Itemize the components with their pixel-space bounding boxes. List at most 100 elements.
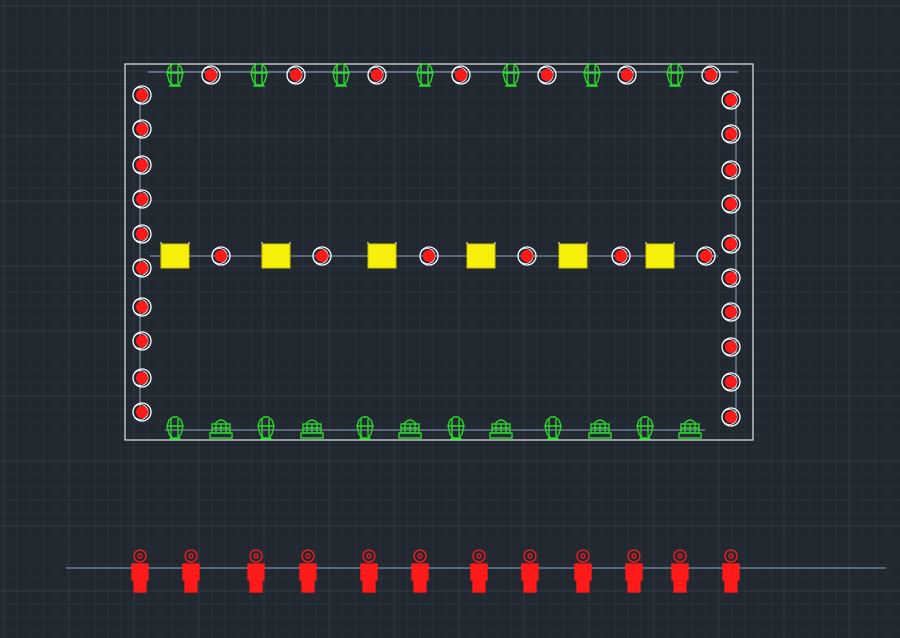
moving-head-fixture	[166, 416, 184, 440]
profile-spot-lens	[472, 579, 486, 593]
par-light-lens	[615, 250, 627, 262]
par-light-fixture	[721, 268, 741, 288]
par-light-fixture	[132, 368, 152, 388]
profile-spot-lens	[627, 579, 641, 593]
par-light-lens	[725, 341, 737, 353]
profile-spot-fixture	[182, 549, 200, 593]
moving-head-fixture	[250, 63, 268, 87]
moving-head-fixture	[447, 416, 465, 440]
blinder-body	[466, 243, 496, 269]
blinder-body	[558, 243, 588, 269]
par-light-lens	[725, 272, 737, 284]
moving-head-fixture	[356, 416, 374, 440]
profile-spot-lens	[413, 579, 427, 593]
par-light-lens	[725, 238, 737, 250]
par-light-fixture	[132, 189, 152, 209]
background-grid	[0, 0, 900, 638]
profile-spot-clamp-bolt	[580, 553, 586, 559]
par-light-lens	[423, 250, 435, 262]
moving-head-fixture	[666, 63, 684, 87]
moving-head-fixture	[332, 63, 350, 87]
par-light-lens	[205, 69, 217, 81]
profile-spot-fixture	[299, 549, 317, 593]
profile-spot-lens	[301, 579, 315, 593]
moving-head-fixture	[583, 63, 601, 87]
blinder-body	[261, 243, 291, 269]
par-light-lens	[521, 250, 533, 262]
profile-spot-clamp-bolt	[253, 553, 259, 559]
moving-head-body	[166, 63, 184, 86]
par-light-lens	[725, 164, 737, 176]
profile-spot-clamp-bolt	[527, 553, 533, 559]
par-light-fixture	[721, 124, 741, 144]
par-light-fixture	[721, 160, 741, 180]
par-light-fixture	[201, 65, 221, 85]
par-light-lens	[136, 335, 148, 347]
profile-spot-fixture	[625, 549, 643, 593]
par-light-fixture	[721, 194, 741, 214]
par-light-fixture	[721, 372, 741, 392]
par-light-fixture	[367, 65, 387, 85]
par-light-lens	[316, 250, 328, 262]
moving-head-body	[416, 63, 434, 86]
stage-frame	[66, 63, 886, 569]
par-light-fixture	[721, 407, 741, 427]
blinder-fixture	[558, 242, 588, 269]
moving-head-fixture	[416, 63, 434, 87]
moving-head-body	[250, 63, 268, 86]
wash-detail	[212, 424, 230, 433]
profile-spot-clamp-bolt	[366, 553, 372, 559]
par-light-lens	[136, 406, 148, 418]
par-light-lens	[725, 94, 737, 106]
moving-head-body	[332, 63, 350, 86]
par-light-fixture	[132, 258, 152, 278]
par-light-lens	[136, 228, 148, 240]
par-light-lens	[371, 69, 383, 81]
profile-spot-clamp-bolt	[728, 553, 734, 559]
par-light-fixture	[451, 65, 471, 85]
par-light-fixture	[132, 155, 152, 175]
par-light-lens	[136, 159, 148, 171]
blinder-body	[645, 243, 675, 269]
par-light-lens	[136, 372, 148, 384]
moving-head-body	[583, 63, 601, 86]
par-light-lens	[215, 250, 227, 262]
par-light-lens	[725, 128, 737, 140]
profile-spot-fixture	[470, 549, 488, 593]
profile-spot-clamp-bolt	[305, 553, 311, 559]
moving-head-fixture	[257, 416, 275, 440]
lighting-plot-drawing	[0, 0, 900, 638]
profile-spot-fixture	[247, 549, 265, 593]
profile-spot-lens	[576, 579, 590, 593]
par-light-fixture	[721, 337, 741, 357]
par-light-lens	[621, 69, 633, 81]
moving-head-body	[666, 63, 684, 86]
wash-detail	[303, 424, 321, 433]
par-light-lens	[725, 376, 737, 388]
profile-spot-fixture	[574, 549, 592, 593]
profile-spot-lens	[523, 579, 537, 593]
wash-detail	[401, 424, 419, 433]
moving-head-fixture	[636, 416, 654, 440]
par-light-lens	[136, 193, 148, 205]
profile-spot-lens	[724, 579, 738, 593]
par-light-lens	[136, 89, 148, 101]
par-light-lens	[725, 306, 737, 318]
blinder-body	[160, 243, 190, 269]
moving-head-fixture	[166, 63, 184, 87]
par-light-fixture	[132, 331, 152, 351]
profile-spot-lens	[249, 579, 263, 593]
blinder-fixture	[466, 242, 496, 269]
par-light-lens	[541, 69, 553, 81]
profile-spot-clamp-bolt	[476, 553, 482, 559]
profile-spot-clamp-bolt	[137, 553, 143, 559]
par-light-lens	[136, 262, 148, 274]
profile-spot-fixture	[360, 549, 378, 593]
par-light-fixture	[132, 297, 152, 317]
par-light-fixture	[721, 90, 741, 110]
cad-viewport[interactable]	[0, 0, 900, 638]
blinder-fixture	[367, 242, 397, 269]
profile-spot-fixture	[131, 549, 149, 593]
par-light-lens	[136, 123, 148, 135]
par-light-lens	[455, 69, 467, 81]
